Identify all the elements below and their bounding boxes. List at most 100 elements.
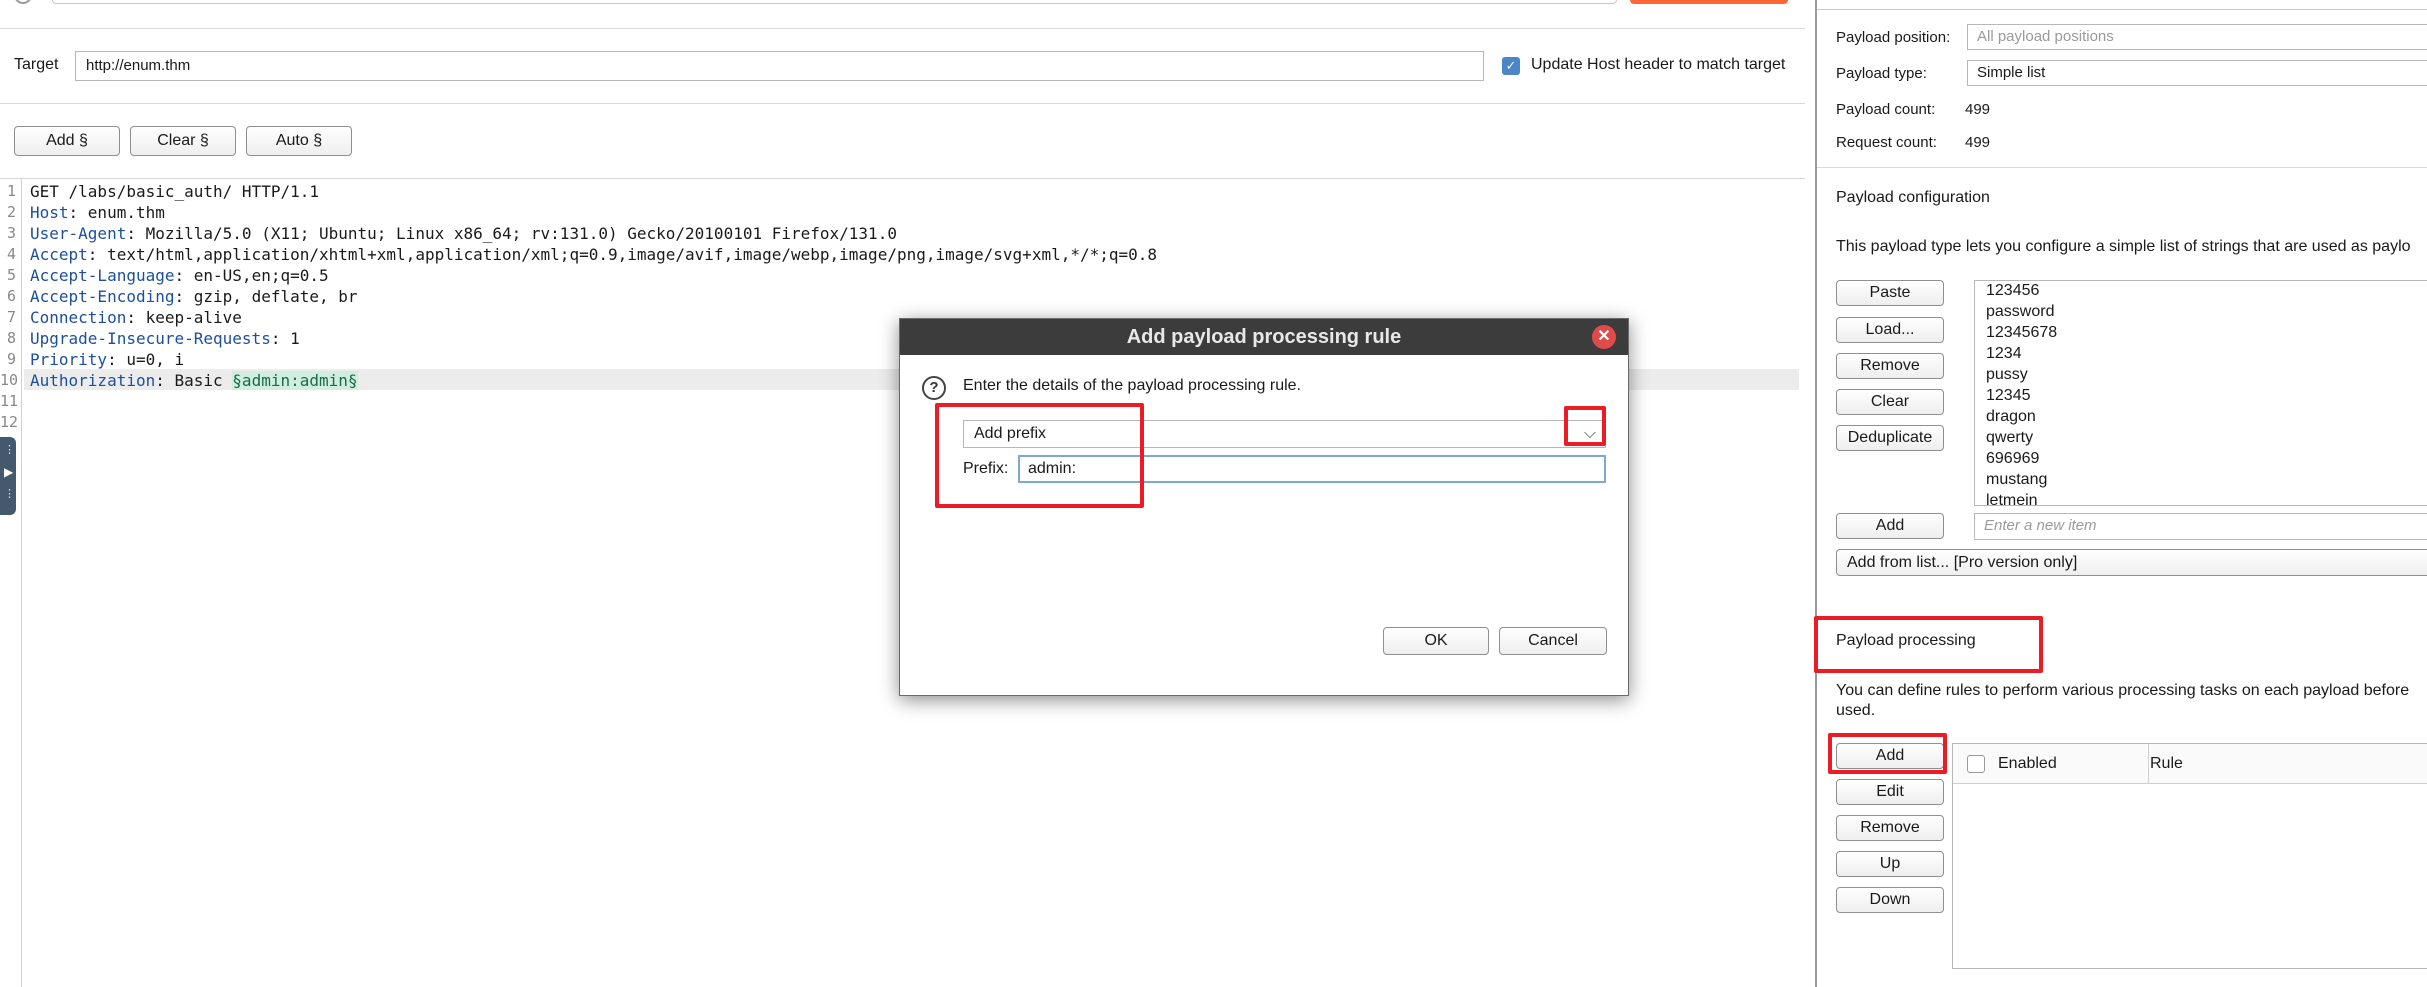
list-item[interactable]: mustang <box>1986 471 2047 489</box>
request-line: User-Agent: Mozilla/5.0 (X11; Ubuntu; Li… <box>30 223 897 244</box>
list-item[interactable]: dragon <box>1986 408 2036 426</box>
target-input[interactable]: http://enum.thm <box>75 51 1484 81</box>
side-panel-toggle[interactable]: ⋮ ▶ ⋮ <box>0 437 16 515</box>
header-name: User-Agent <box>30 224 127 243</box>
move-rule-down-button[interactable]: Down <box>1836 887 1944 913</box>
payload-processing-description-end: used. <box>1836 702 1876 719</box>
list-item[interactable]: 1234 <box>1986 345 2022 363</box>
header-name: Upgrade-Insecure-Requests <box>30 329 271 348</box>
header-value: : enum.thm <box>68 203 165 222</box>
column-header-rule[interactable]: Rule <box>2150 744 2183 784</box>
add-from-list-button[interactable]: Add from list... [Pro version only] <box>1836 549 2427 576</box>
payload-configuration-description: This payload type lets you configure a s… <box>1836 238 2411 255</box>
list-item[interactable]: qwerty <box>1986 429 2033 447</box>
help-icon[interactable]: ? <box>922 376 946 400</box>
line-number: 7 <box>6 308 16 326</box>
request-line: GET /labs/basic_auth/ HTTP/1.1 <box>30 181 319 202</box>
list-item[interactable]: 696969 <box>1986 450 2039 468</box>
header-value: : gzip, deflate, br <box>174 287 358 306</box>
ok-button[interactable]: OK <box>1383 627 1489 655</box>
drag-dots-icon: ⋮ <box>4 488 15 500</box>
payload-position-select[interactable]: All payload positions <box>1967 24 2427 50</box>
header-name: GET /labs/basic_auth/ HTTP/1.1 <box>30 182 319 201</box>
request-line: Accept: text/html,application/xhtml+xml,… <box>30 244 1157 265</box>
header-value: : Basic <box>155 371 233 390</box>
payload-position-marker[interactable]: §admin:admin§ <box>232 371 358 390</box>
attack-type-field[interactable] <box>52 0 1617 4</box>
list-item[interactable]: password <box>1986 303 2054 321</box>
line-number: 11 <box>0 392 19 410</box>
request-line: Host: enum.thm <box>30 202 165 223</box>
close-icon[interactable]: ✕ <box>1592 325 1616 349</box>
line-number: 8 <box>6 329 16 347</box>
request-line: Accept-Encoding: gzip, deflate, br <box>30 286 358 307</box>
list-item[interactable]: 123456 <box>1986 282 2039 300</box>
payload-configuration-title: Payload configuration <box>1836 189 1990 206</box>
edit-rule-button[interactable]: Edit <box>1836 779 1944 805</box>
line-number: 3 <box>6 224 16 242</box>
attack-type-info-icon[interactable] <box>14 0 32 4</box>
line-number: 6 <box>6 287 16 305</box>
request-line: Priority: u=0, i <box>30 349 184 370</box>
request-line: Upgrade-Insecure-Requests: 1 <box>30 328 300 349</box>
column-header-enabled[interactable]: Enabled <box>1998 744 2057 784</box>
deduplicate-button[interactable]: Deduplicate <box>1836 425 1944 451</box>
move-rule-up-button[interactable]: Up <box>1836 851 1944 877</box>
list-item[interactable]: 12345 <box>1986 387 2031 405</box>
payload-processing-description: You can define rules to perform various … <box>1836 682 2410 699</box>
highlight-dropdown-arrow <box>1564 406 1606 446</box>
update-host-label: Update Host header to match target <box>1531 56 1786 73</box>
header-value: : en-US,en;q=0.5 <box>174 266 329 285</box>
highlight-add-rule-button <box>1828 733 1947 774</box>
list-item[interactable]: pussy <box>1986 366 2028 384</box>
header-value: : Mozilla/5.0 (X11; Ubuntu; Linux x86_64… <box>126 224 897 243</box>
header-value: : keep-alive <box>126 308 242 327</box>
dialog-title: Add payload processing rule <box>900 319 1628 355</box>
header-name: Accept-Encoding <box>30 287 175 306</box>
start-attack-button[interactable] <box>1630 0 1788 4</box>
paste-button[interactable]: Paste <box>1836 280 1944 306</box>
cancel-button[interactable]: Cancel <box>1499 627 1607 655</box>
list-item[interactable]: letmein <box>1986 492 2038 505</box>
remove-list-item-button[interactable]: Remove <box>1836 353 1944 379</box>
line-number: 4 <box>6 245 16 263</box>
header-value: : 1 <box>270 329 300 348</box>
clear-markers-button[interactable]: Clear § <box>130 126 236 156</box>
payload-list[interactable]: 123456 password 12345678 1234 pussy 12345 drag… <box>1974 280 2427 506</box>
header-name: Accept <box>30 245 88 264</box>
payload-count-value: 499 <box>1965 101 1991 118</box>
header-name: Authorization <box>30 371 156 390</box>
header-name: Connection <box>30 308 127 327</box>
update-host-checkbox[interactable]: ✓ <box>1502 57 1520 75</box>
divider <box>1817 9 2427 10</box>
column-divider <box>2148 744 2149 784</box>
add-item-button[interactable]: Add <box>1836 513 1944 539</box>
line-number: 12 <box>0 413 19 431</box>
payload-count-label: Payload count: <box>1836 101 1936 118</box>
line-number: 10 <box>0 371 19 389</box>
divider <box>0 28 1805 29</box>
clear-list-button[interactable]: Clear <box>1836 389 1944 415</box>
auto-markers-button[interactable]: Auto § <box>246 126 352 156</box>
select-all-checkbox[interactable] <box>1967 755 1985 773</box>
dialog-intro-text: Enter the details of the payload process… <box>963 377 1301 394</box>
payload-type-select[interactable]: Simple list <box>1967 60 2427 86</box>
target-label: Target <box>14 56 59 73</box>
request-line: Connection: keep-alive <box>30 307 242 328</box>
load-button[interactable]: Load... <box>1836 317 1944 343</box>
header-name: Host <box>30 203 69 222</box>
drag-dots-icon: ⋮ <box>4 444 15 456</box>
line-number: 9 <box>6 350 16 368</box>
new-item-input[interactable]: Enter a new item <box>1974 513 2427 540</box>
add-marker-button[interactable]: Add § <box>14 126 120 156</box>
divider <box>0 103 1805 104</box>
payload-position-label: Payload position: <box>1836 29 1951 46</box>
list-item[interactable]: 12345678 <box>1986 324 2057 342</box>
line-number: 1 <box>6 182 16 200</box>
payload-type-label: Payload type: <box>1836 65 1927 82</box>
header-name: Priority <box>30 350 108 369</box>
remove-rule-button[interactable]: Remove <box>1836 815 1944 841</box>
highlight-rule-fields <box>935 403 1144 508</box>
request-count-value: 499 <box>1965 134 1991 151</box>
processing-rules-table[interactable]: Enabled Rule <box>1952 743 2427 969</box>
